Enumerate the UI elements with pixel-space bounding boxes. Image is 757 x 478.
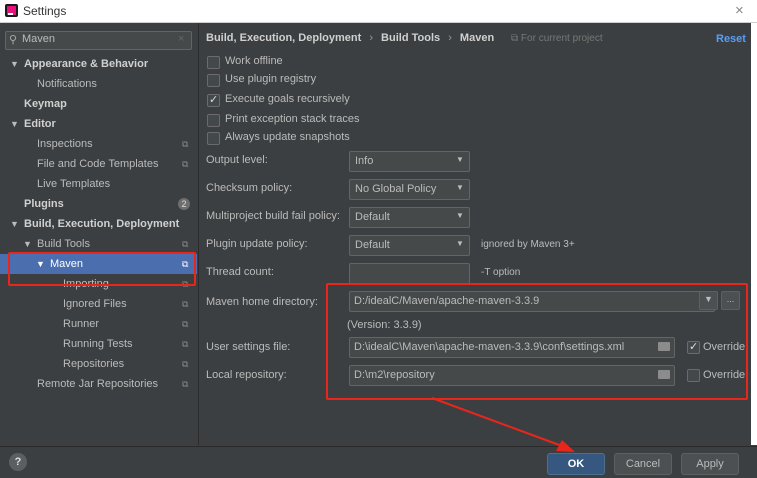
arrow-head — [556, 440, 575, 452]
arrow-line — [431, 397, 563, 447]
annotation-arrow — [431, 397, 575, 452]
